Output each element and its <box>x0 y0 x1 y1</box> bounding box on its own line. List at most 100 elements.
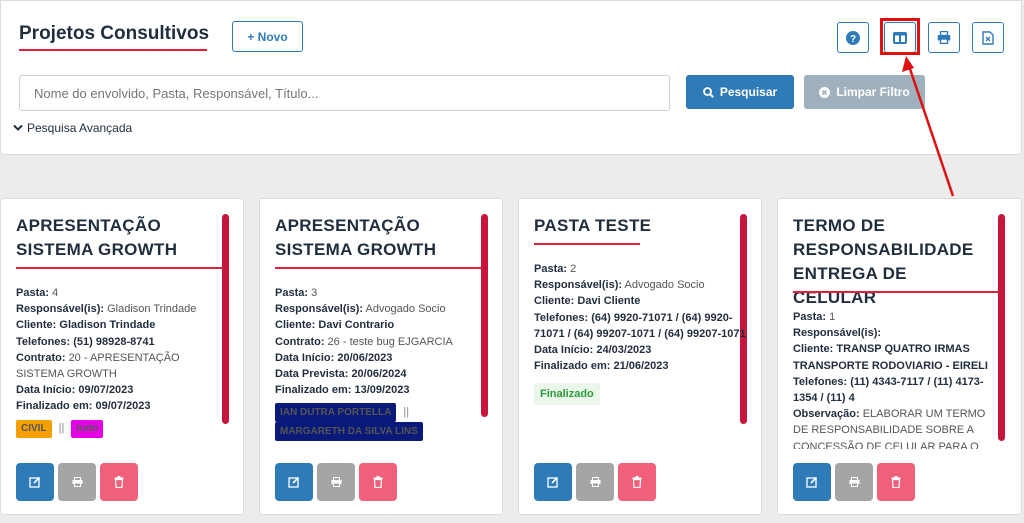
card-title: APRESENTAÇÃO SISTEMA GROWTH <box>16 216 178 259</box>
print-button[interactable] <box>835 463 873 501</box>
project-card: PASTA TESTE Pasta: 2 Responsável(is): Ad… <box>518 198 762 515</box>
info-responsavel: Responsável(is): Gladison Trindade <box>16 303 197 316</box>
info-responsavel: Responsável(is): Advogado Socio <box>275 303 446 316</box>
close-circle-icon <box>819 86 831 98</box>
tag-badge: tudo <box>71 419 104 438</box>
tag-separator: || <box>403 406 410 419</box>
info-telefones: Telefones: (64) 9920-71071 / (64) 9920-7… <box>534 311 746 340</box>
card-title: PASTA TESTE <box>534 216 652 235</box>
card-info: Pasta: 3 Responsável(is): Advogado Socio… <box>275 285 475 442</box>
page-title: Projetos Consultivos <box>19 23 210 44</box>
new-button[interactable]: + Novo <box>232 21 303 52</box>
info-cliente: Cliente: TRANSP QUATRO IRMAS TRANSPORTE … <box>793 343 988 372</box>
print-button[interactable] <box>317 463 355 501</box>
search-input[interactable] <box>19 75 670 111</box>
info-pasta: Pasta: 4 <box>16 287 59 299</box>
help-icon: ? <box>846 30 860 45</box>
info-data-inicio: Data Início: 24/03/2023 <box>534 344 652 357</box>
info-data-inicio: Data Início: 09/07/2023 <box>16 384 134 397</box>
card-title-underline <box>793 291 999 293</box>
edit-icon <box>288 476 300 488</box>
chevron-down-icon <box>13 124 23 131</box>
advanced-search-toggle[interactable]: Pesquisa Avançada <box>13 121 132 135</box>
project-card: TERMO DE RESPONSABILIDADE ENTREGA DE CEL… <box>777 198 1022 515</box>
delete-button[interactable] <box>877 463 915 501</box>
print-icon <box>937 31 951 44</box>
info-pasta: Pasta: 1 <box>793 311 836 323</box>
delete-button[interactable] <box>618 463 656 501</box>
advanced-search-label: Pesquisa Avançada <box>27 121 133 135</box>
card-accent-bar <box>222 214 229 424</box>
card-title: TERMO DE RESPONSABILIDADE ENTREGA DE CEL… <box>793 216 974 307</box>
info-telefones: Telefones: (51) 98928-8741 <box>16 335 155 348</box>
card-info: Pasta: 2 Responsável(is): Advogado Socio… <box>534 261 746 374</box>
info-contrato: Contrato: 20 - APRESENTAÇÃO SISTEMA GROW… <box>16 351 180 381</box>
print-icon <box>590 477 600 487</box>
edit-icon <box>806 476 818 488</box>
info-pasta: Pasta: 3 <box>275 287 318 299</box>
project-card: APRESENTAÇÃO SISTEMA GROWTH Pasta: 4 Res… <box>0 198 244 515</box>
info-finalizado: Finalizado em: 09/07/2023 <box>16 400 151 413</box>
print-icon <box>331 477 341 487</box>
help-button[interactable]: ? <box>837 22 869 53</box>
info-cliente: Cliente: Davi Contrario <box>275 319 395 332</box>
tag-separator: || <box>58 421 65 434</box>
edit-button[interactable] <box>275 463 313 501</box>
clear-filter-label: Limpar Filtro <box>836 85 910 99</box>
edit-button[interactable] <box>16 463 54 501</box>
clear-filter-button[interactable]: Limpar Filtro <box>804 75 925 109</box>
info-data-prevista: Data Prevista: 20/06/2024 <box>275 368 407 381</box>
status-badge: Finalizado <box>534 383 600 405</box>
card-info: Pasta: 4 Responsável(is): Gladison Trind… <box>16 285 216 438</box>
print-button[interactable] <box>576 463 614 501</box>
card-title: APRESENTAÇÃO SISTEMA GROWTH <box>275 216 437 259</box>
card-info: Pasta: 1 Responsável(is): Cliente: TRANS… <box>793 309 993 449</box>
edit-icon <box>29 476 41 488</box>
info-finalizado: Finalizado em: 21/06/2023 <box>534 360 669 373</box>
card-title-underline <box>16 267 222 269</box>
info-responsavel: Responsável(is): Advogado Socio <box>534 279 705 292</box>
delete-button[interactable] <box>100 463 138 501</box>
search-button[interactable]: Pesquisar <box>686 75 794 109</box>
search-panel: Projetos Consultivos + Novo ? Pesquisar … <box>0 0 1022 155</box>
info-pasta: Pasta: 2 <box>534 263 577 275</box>
card-actions <box>793 463 915 501</box>
edit-button[interactable] <box>534 463 572 501</box>
edit-button[interactable] <box>793 463 831 501</box>
card-actions <box>534 463 656 501</box>
tag-badge: CIVIL <box>16 419 52 438</box>
card-title-underline <box>275 267 481 269</box>
card-accent-bar <box>481 214 488 417</box>
print-button[interactable] <box>928 22 960 53</box>
trash-icon <box>891 476 901 488</box>
info-finalizado: Finalizado em: 13/09/2023 <box>275 384 410 397</box>
edit-icon <box>547 476 559 488</box>
export-button[interactable] <box>972 22 1004 53</box>
svg-text:?: ? <box>850 34 856 45</box>
title-underline <box>19 49 207 51</box>
trash-icon <box>114 476 124 488</box>
info-responsavel: Responsável(is): <box>793 327 882 340</box>
info-data-inicio: Data Início: 20/06/2023 <box>275 351 393 364</box>
info-cliente: Cliente: Davi Cliente <box>534 295 641 308</box>
project-card: APRESENTAÇÃO SISTEMA GROWTH Pasta: 3 Res… <box>259 198 503 515</box>
card-actions <box>275 463 397 501</box>
card-accent-bar <box>998 214 1005 441</box>
print-icon <box>849 477 859 487</box>
card-tags: IAN DUTRA PORTELLA || MARGARETH DA SILVA… <box>275 403 479 442</box>
card-title-underline <box>534 243 640 245</box>
info-contrato: Contrato: 26 - teste bug EJGARCIA <box>275 335 453 348</box>
tag-badge: IAN DUTRA PORTELLA <box>275 403 397 423</box>
card-actions <box>16 463 138 501</box>
highlight-box <box>880 18 920 55</box>
trash-icon <box>373 476 383 488</box>
trash-icon <box>632 476 642 488</box>
tag-badge: MARGARETH DA SILVA LINS <box>275 422 423 442</box>
print-icon <box>72 477 82 487</box>
info-observacao: Observação: ELABORAR UM TERMO DE RESPONS… <box>793 408 986 449</box>
print-button[interactable] <box>58 463 96 501</box>
card-tags: CIVIL || tudo <box>16 419 216 438</box>
info-cliente: Cliente: Gladison Trindade <box>16 319 156 332</box>
delete-button[interactable] <box>359 463 397 501</box>
search-icon <box>702 86 714 98</box>
